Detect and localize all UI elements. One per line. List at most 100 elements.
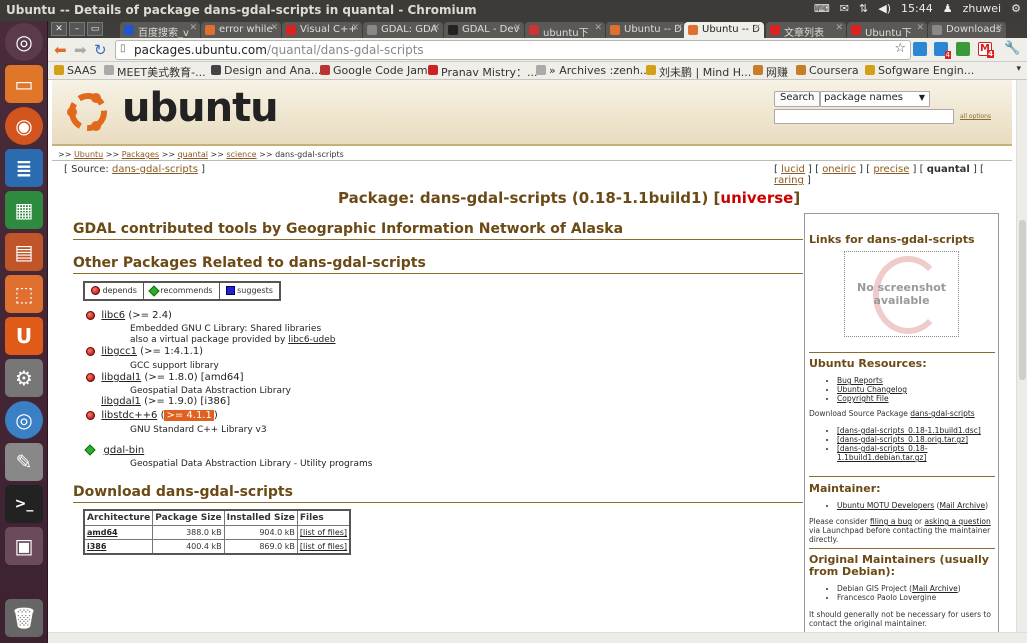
calc-icon[interactable]: ▦ bbox=[5, 191, 43, 229]
file-bug-link[interactable]: filing a bug bbox=[870, 517, 912, 526]
bookmark-star-icon[interactable]: ☆ bbox=[894, 41, 906, 56]
mail-archive-link[interactable]: Mail Archive bbox=[939, 501, 985, 510]
browser-tab[interactable]: 文章列表 ✕ bbox=[766, 22, 846, 38]
scrollbar-thumb[interactable] bbox=[1019, 220, 1026, 380]
close-tab-icon[interactable]: ✕ bbox=[189, 23, 197, 33]
maximize-window-icon[interactable]: ▭ bbox=[87, 22, 103, 36]
bookmark-item[interactable]: 刘未鹏 | Mind H... bbox=[646, 64, 751, 80]
copyright-link[interactable]: Copyright File bbox=[837, 394, 889, 403]
workspace-switcher-icon[interactable]: ▣ bbox=[5, 527, 43, 565]
dist-oneiric[interactable]: oneiric bbox=[822, 164, 856, 175]
keyboard-icon[interactable]: ⌨ bbox=[814, 2, 830, 15]
bookmark-item[interactable]: » Archives :zenh... bbox=[536, 64, 650, 77]
dash-home-icon[interactable]: ◎ bbox=[5, 23, 43, 61]
impress-icon[interactable]: ▤ bbox=[5, 233, 43, 271]
horizontal-scrollbar[interactable] bbox=[48, 632, 1027, 643]
screenshot-placeholder[interactable]: No screenshot available bbox=[844, 251, 959, 337]
browser-tab[interactable]: Ubuntu下 ✕ bbox=[847, 22, 927, 38]
dsc-file-link[interactable]: [dans-gdal-scripts_0.18-1.1build1.dsc] bbox=[837, 426, 981, 435]
close-window-icon[interactable]: ✕ bbox=[51, 22, 67, 36]
dep-link-libc6-udeb[interactable]: libc6-udeb bbox=[288, 335, 335, 345]
orig-tarball-link[interactable]: [dans-gdal-scripts_0.18.orig.tar.gz] bbox=[837, 435, 968, 444]
source-package-link[interactable]: dans-gdal-scripts bbox=[910, 409, 974, 418]
mail-archive-link[interactable]: Mail Archive bbox=[912, 584, 958, 593]
browser-tab[interactable]: Ubuntu -- D ✕ bbox=[606, 22, 686, 38]
gmail-icon[interactable]: M4 bbox=[978, 42, 994, 58]
bookmarks-overflow-icon[interactable]: ▾ bbox=[1016, 64, 1021, 74]
breadcrumb-packages[interactable]: Packages bbox=[122, 150, 159, 159]
all-options-link[interactable]: all options bbox=[960, 113, 991, 120]
close-tab-icon[interactable]: ✕ bbox=[675, 23, 683, 33]
bookmark-item[interactable]: Pranav Mistry：... bbox=[428, 64, 538, 80]
bookmark-item[interactable]: Design and Ana... bbox=[211, 64, 321, 77]
trash-icon[interactable]: 🗑 bbox=[5, 599, 43, 637]
bookmark-item[interactable]: Sofgware Engin... bbox=[865, 64, 974, 77]
dep-link-libgdal1-alt[interactable]: libgdal1 bbox=[101, 396, 141, 407]
bookmark-item[interactable]: MEET美式教育-... bbox=[104, 64, 206, 80]
reload-icon[interactable]: ↻ bbox=[94, 41, 107, 59]
maintainer-link[interactable]: Ubuntu MOTU Developers bbox=[837, 501, 934, 510]
ubuntu-one-icon[interactable]: U bbox=[5, 317, 43, 355]
search-input[interactable] bbox=[774, 109, 954, 124]
ubuntu-wordmark[interactable]: ubuntu bbox=[122, 85, 279, 131]
close-tab-icon[interactable]: ✕ bbox=[995, 23, 1003, 33]
mail-icon[interactable]: ✉ bbox=[840, 2, 849, 15]
forward-icon[interactable]: ➡ bbox=[74, 41, 87, 59]
debian-tarball-link[interactable]: [dans-gdal-scripts_0.18- 1.1build1.debian… bbox=[837, 444, 928, 462]
search-button[interactable]: Search bbox=[774, 91, 821, 107]
chromium-icon[interactable]: ◎ bbox=[5, 401, 43, 439]
browser-tab[interactable]: GDAL - Dev ✕ bbox=[444, 22, 524, 38]
minimize-window-icon[interactable]: – bbox=[69, 22, 85, 36]
dep-link-libgdal1[interactable]: libgdal1 bbox=[101, 372, 141, 383]
changelog-link[interactable]: Ubuntu Changelog bbox=[837, 385, 907, 394]
software-center-icon[interactable]: ⬚ bbox=[5, 275, 43, 313]
breadcrumb-ubuntu[interactable]: Ubuntu bbox=[74, 150, 103, 159]
bug-reports-link[interactable]: Bug Reports bbox=[837, 376, 883, 385]
source-package-link[interactable]: dans-gdal-scripts bbox=[112, 164, 198, 175]
close-tab-icon[interactable]: ✕ bbox=[753, 23, 761, 33]
dep-link-libgcc1[interactable]: libgcc1 bbox=[101, 346, 137, 357]
evernote-icon[interactable] bbox=[956, 42, 970, 56]
close-tab-icon[interactable]: ✕ bbox=[513, 23, 521, 33]
ask-question-link[interactable]: asking a question bbox=[925, 517, 991, 526]
close-tab-icon[interactable]: ✕ bbox=[835, 23, 843, 33]
browser-tab[interactable]: Downloads ✕ bbox=[928, 22, 1006, 38]
close-tab-icon[interactable]: ✕ bbox=[916, 23, 924, 33]
arch-link-i386[interactable]: i386 bbox=[87, 542, 106, 551]
close-tab-icon[interactable]: ✕ bbox=[432, 23, 440, 33]
bookmark-item[interactable]: 网赚 bbox=[753, 64, 788, 80]
dist-precise[interactable]: precise bbox=[873, 164, 909, 175]
search-type-select[interactable]: package names ▼ bbox=[820, 91, 930, 107]
bookmark-item[interactable]: Google Code Jam bbox=[320, 64, 428, 77]
browser-tab[interactable]: error while ✕ bbox=[201, 22, 281, 38]
firefox-icon[interactable]: ◉ bbox=[5, 107, 43, 145]
dep-link-libc6[interactable]: libc6 bbox=[101, 310, 125, 321]
vertical-scrollbar[interactable] bbox=[1016, 80, 1027, 632]
bookmark-item[interactable]: Coursera bbox=[796, 64, 859, 77]
browser-tab[interactable]: GDAL: GDA ✕ bbox=[363, 22, 443, 38]
dep-link-libstdc[interactable]: libstdc++6 bbox=[101, 410, 157, 421]
breadcrumb-science[interactable]: science bbox=[226, 150, 256, 159]
address-bar[interactable]: ▯ packages.ubuntu.com/quantal/dans-gdal-… bbox=[115, 40, 911, 60]
volume-icon[interactable]: ◀) bbox=[878, 2, 891, 15]
gear-icon[interactable]: ⚙ bbox=[1011, 2, 1021, 15]
ubuntu-logo-icon[interactable] bbox=[64, 88, 112, 136]
writer-icon[interactable]: ≣ bbox=[5, 149, 43, 187]
browser-tab[interactable]: Visual C++ ✕ bbox=[282, 22, 362, 38]
list-files-link[interactable]: [list of files] bbox=[300, 542, 347, 551]
close-tab-icon[interactable]: ✕ bbox=[351, 23, 359, 33]
extension-icon[interactable] bbox=[913, 42, 927, 56]
dep-link-gdal-bin[interactable]: gdal-bin bbox=[104, 445, 145, 456]
terminal-icon[interactable]: >_ bbox=[5, 485, 43, 523]
dist-lucid[interactable]: lucid bbox=[781, 164, 805, 175]
browser-tab[interactable]: 百度搜索_v ✕ bbox=[120, 22, 200, 38]
mail-extension-icon[interactable]: 4 bbox=[934, 42, 951, 59]
breadcrumb-quantal[interactable]: quantal bbox=[178, 150, 208, 159]
network-icon[interactable]: ⇅ bbox=[859, 2, 868, 15]
close-tab-icon[interactable]: ✕ bbox=[594, 23, 602, 33]
files-icon[interactable]: ▭ bbox=[5, 65, 43, 103]
browser-tab[interactable]: Ubuntu -- D ✕ bbox=[684, 22, 764, 38]
text-editor-icon[interactable]: ✎ bbox=[5, 443, 43, 481]
close-tab-icon[interactable]: ✕ bbox=[270, 23, 278, 33]
list-files-link[interactable]: [list of files] bbox=[300, 528, 347, 537]
